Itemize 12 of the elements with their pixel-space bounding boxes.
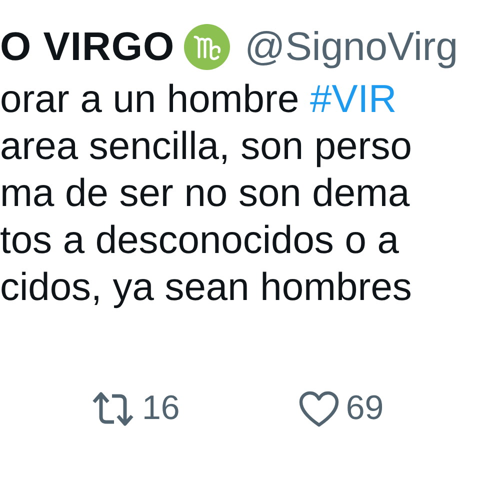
- tweet-text-line: area sencilla, son perso: [0, 124, 412, 170]
- author-name: O VIRGO: [0, 24, 175, 71]
- like-button[interactable]: 69: [298, 383, 384, 434]
- author-handle[interactable]: @SignoVirg: [244, 17, 458, 77]
- retweet-button[interactable]: 16: [90, 383, 180, 434]
- heart-icon: [298, 390, 340, 428]
- tweet-text-line: orar a un hombre #VIR: [0, 77, 397, 123]
- tweet-text-line: ma de ser no son dema: [0, 171, 410, 217]
- tweet-text-line: cidos, ya sean hombres: [0, 265, 412, 311]
- virgo-sign-icon: [182, 23, 231, 71]
- retweet-icon: [90, 390, 136, 426]
- tweet-text-line: tos a desconocidos o a: [0, 218, 399, 264]
